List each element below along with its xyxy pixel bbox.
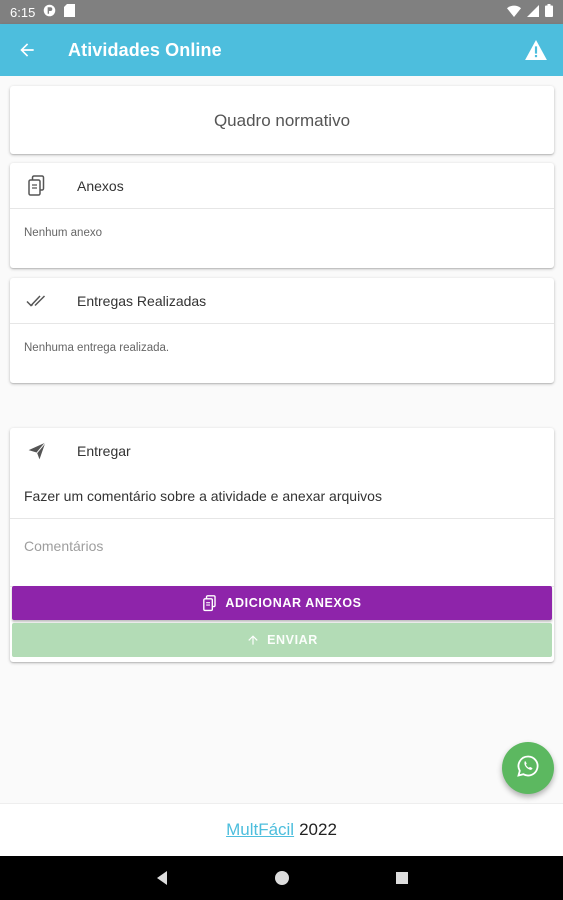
system-navigation-bar [0, 856, 563, 900]
add-attachments-label: ADICIONAR ANEXOS [225, 596, 362, 610]
entregar-header: Entregar [10, 428, 554, 474]
attachments-icon [24, 173, 50, 199]
content-area: Quadro normativo Anexos Nenhum anexo Ent… [0, 76, 563, 803]
anexos-title: Anexos [77, 177, 124, 194]
footer: MultFácil 2022 [0, 803, 563, 856]
quadro-normativo-title: Quadro normativo [213, 111, 351, 130]
app-bar: Atividades Online [0, 24, 563, 76]
wifi-icon [507, 5, 521, 20]
anexos-card: Anexos Nenhum anexo [10, 163, 554, 268]
send-icon [24, 438, 50, 464]
whatsapp-fab-button[interactable] [502, 742, 554, 794]
page-title: Atividades Online [68, 39, 222, 60]
status-time: 6:15 [10, 4, 36, 20]
send-button[interactable]: ENVIAR [12, 623, 552, 657]
brand-link[interactable]: MultFácil [226, 820, 294, 840]
attachments-icon [202, 594, 218, 612]
battery-icon [545, 4, 553, 20]
anexos-empty-text: Nenhum anexo [24, 227, 102, 239]
status-bar: 6:15 [0, 0, 563, 24]
warning-icon[interactable] [523, 37, 549, 63]
footer-year: 2022 [299, 820, 337, 839]
send-label: ENVIAR [267, 633, 318, 647]
nav-back-icon[interactable] [102, 870, 222, 886]
add-attachments-button[interactable]: ADICIONAR ANEXOS [12, 586, 552, 620]
back-arrow-icon[interactable] [14, 37, 40, 63]
double-check-icon [24, 288, 50, 314]
quadro-normativo-card[interactable]: Quadro normativo [10, 86, 554, 154]
notification-app-icon [43, 4, 56, 20]
entregas-title: Entregas Realizadas [77, 292, 207, 309]
entregar-card: Entregar Fazer um comentário sobre a ati… [10, 428, 554, 662]
signal-icon [527, 4, 539, 20]
entregas-header: Entregas Realizadas [10, 278, 554, 324]
entregas-empty-text: Nenhuma entrega realizada. [24, 342, 170, 354]
arrow-up-icon [246, 633, 260, 647]
nav-home-icon[interactable] [222, 870, 342, 886]
entregar-title: Entregar [77, 443, 131, 459]
whatsapp-icon [516, 754, 540, 783]
comments-input[interactable]: Comentários [10, 519, 554, 587]
anexos-header: Anexos [10, 163, 554, 209]
sd-card-icon [64, 4, 76, 20]
entregas-card: Entregas Realizadas Nenhuma entrega real… [10, 278, 554, 383]
entregar-description: Fazer um comentário sobre a atividade e … [10, 474, 554, 519]
nav-recents-icon[interactable] [342, 871, 462, 885]
